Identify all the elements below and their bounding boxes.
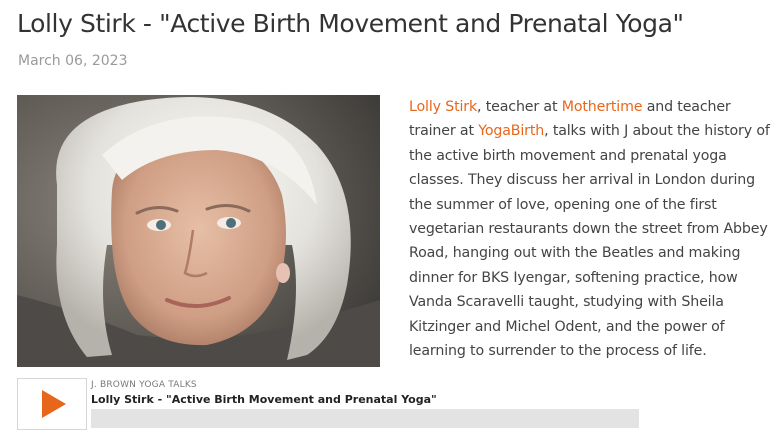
- page-title: Lolly Stirk - "Active Birth Movement and…: [17, 9, 684, 38]
- link-yogabirth[interactable]: YogaBirth: [478, 123, 544, 139]
- description-text-3: , talks with J about the history of the …: [409, 123, 770, 360]
- progress-bar[interactable]: [91, 409, 639, 428]
- episode-description: Lolly Stirk, teacher at Mothertime and t…: [409, 95, 771, 363]
- podcast-show-name: J. BROWN YOGA TALKS: [91, 380, 197, 390]
- audio-player: J. BROWN YOGA TALKS Lolly Stirk - "Activ…: [17, 378, 639, 432]
- post-date: March 06, 2023: [18, 53, 128, 69]
- link-mothertime[interactable]: Mothertime: [562, 99, 643, 115]
- play-icon: [42, 390, 66, 418]
- episode-title: Lolly Stirk - "Active Birth Movement and…: [91, 393, 437, 406]
- play-button[interactable]: [17, 378, 87, 430]
- description-text-1: , teacher at: [477, 99, 562, 115]
- guest-portrait: [17, 95, 380, 367]
- link-lolly-stirk[interactable]: Lolly Stirk: [409, 99, 477, 115]
